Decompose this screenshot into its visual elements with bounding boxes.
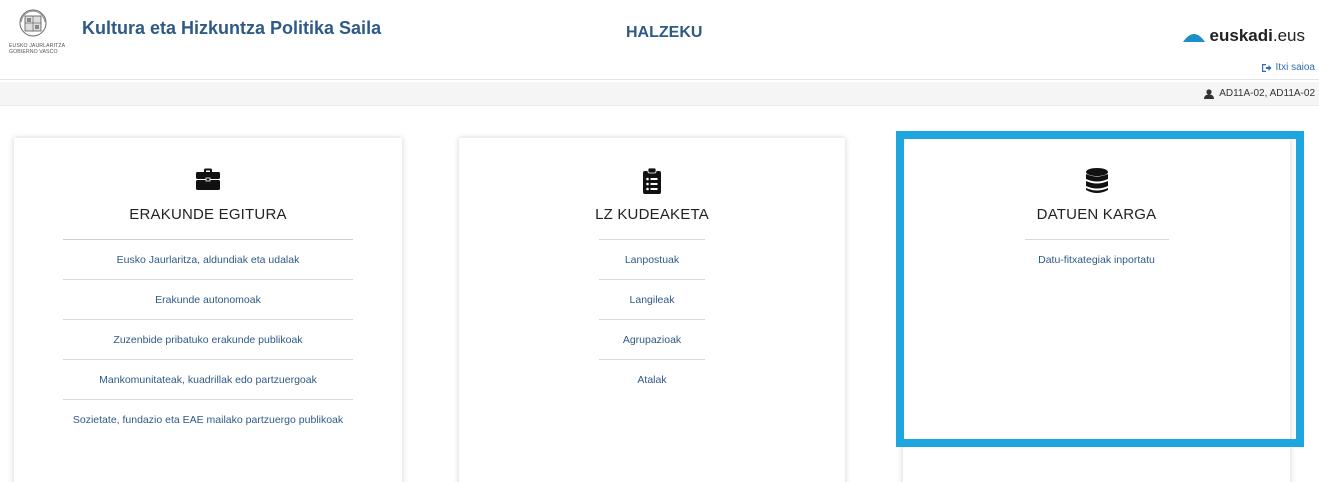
card-erakunde-egitura: ERAKUNDE EGITURA Eusko Jaurlaritza, aldu… <box>14 138 402 482</box>
clipboard-list-icon <box>643 168 661 194</box>
database-icon <box>1085 168 1108 193</box>
brand-bold: euskadi <box>1209 26 1273 45</box>
user-info: AD11A-02, AD11A-02 <box>1204 88 1315 99</box>
user-bar: AD11A-02, AD11A-02 <box>0 82 1319 106</box>
euskadi-brand[interactable]: euskadi .eus <box>1182 26 1305 46</box>
card-title: LZ KUDEAKETA <box>595 206 709 223</box>
brand-suffix: .eus <box>1272 26 1305 45</box>
briefcase-icon <box>196 168 220 190</box>
menu-item[interactable]: Langileak <box>599 279 705 319</box>
card-title: DATUEN KARGA <box>1036 206 1157 223</box>
card-datuen-karga: DATUEN KARGA Datu-fitxategiak inportatu <box>903 138 1290 482</box>
card-lz-kudeaketa: LZ KUDEAKETA Lanpostuak Langileak Agrupa… <box>459 138 845 482</box>
menu-item[interactable]: Erakunde autonomoak <box>63 279 353 319</box>
department-title: Kultura eta Hizkuntza Politika Saila <box>82 18 382 38</box>
card-title: ERAKUNDE EGITURA <box>129 206 287 223</box>
menu-item[interactable]: Mankomunitateak, kuadrillak edo partzuer… <box>63 359 353 399</box>
menu-item[interactable]: Lanpostuak <box>599 239 705 279</box>
coat-of-arms-icon <box>19 9 47 37</box>
government-logo: EUSKO JAURLARITZA GOBIERNO VASCO <box>9 8 65 60</box>
card-menu: Lanpostuak Langileak Agrupazioak Atalak <box>459 239 845 399</box>
card-menu: Datu-fitxategiak inportatu <box>903 239 1290 279</box>
logout-link[interactable]: Itxi saioa <box>1261 62 1315 73</box>
card-menu: Eusko Jaurlaritza, aldundiak eta udalak … <box>14 239 402 439</box>
header: EUSKO JAURLARITZA GOBIERNO VASCO Kultura… <box>0 0 1319 80</box>
menu-item[interactable]: Atalak <box>599 359 705 399</box>
user-icon <box>1204 88 1215 99</box>
user-roles: AD11A-02, AD11A-02 <box>1219 88 1315 99</box>
menu-item[interactable]: Zuzenbide pribatuko erakunde publikoak <box>63 319 353 359</box>
menu-item[interactable]: Agrupazioak <box>599 319 705 359</box>
menu-item[interactable]: Sozietate, fundazio eta EAE mailako part… <box>63 399 353 439</box>
app-title: HALZEKU <box>626 24 703 41</box>
euskadi-logo-icon <box>1182 34 1205 42</box>
logout-label: Itxi saioa <box>1275 62 1315 73</box>
sign-out-icon <box>1261 63 1272 72</box>
logo-line2: GOBIERNO VASCO <box>9 49 58 55</box>
menu-item[interactable]: Datu-fitxategiak inportatu <box>1024 239 1169 279</box>
menu-item[interactable]: Eusko Jaurlaritza, aldundiak eta udalak <box>63 239 353 279</box>
